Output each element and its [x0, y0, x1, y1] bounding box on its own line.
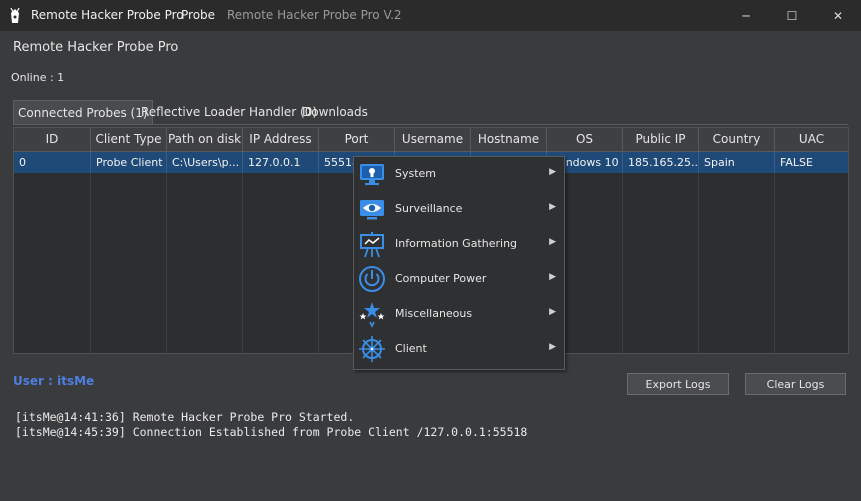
minimize-icon: ─	[742, 8, 750, 23]
column-header-username[interactable]: Username	[395, 128, 471, 151]
chevron-right-icon: ▶	[549, 202, 556, 212]
monitor-icon	[360, 164, 384, 185]
helm-icon	[359, 336, 385, 362]
column-divider	[242, 173, 243, 353]
menu-item-surveillance[interactable]: Surveillance ▶	[354, 192, 564, 227]
menu-label: Client	[395, 342, 427, 355]
window-title: Remote Hacker Probe Pro V.2	[227, 8, 402, 22]
tab-downloads[interactable]: Downloads	[302, 100, 368, 124]
stars-icon	[359, 302, 385, 328]
clear-logs-button[interactable]: Clear Logs	[745, 373, 846, 395]
tab-reflective-loader[interactable]: Reflective Loader Handler (0)	[141, 100, 317, 124]
column-divider	[90, 173, 91, 353]
column-header-port[interactable]: Port	[319, 128, 395, 151]
maximize-icon: ☐	[786, 8, 798, 23]
tab-label: Reflective Loader Handler (0)	[141, 105, 318, 119]
column-header-country[interactable]: Country	[699, 128, 775, 151]
maximize-button[interactable]: ☐	[769, 0, 815, 31]
menu-label: Surveillance	[395, 202, 463, 215]
cell-public-ip: 185.165.25...	[623, 152, 699, 173]
easel-icon	[360, 232, 384, 258]
tab-label: Downloads	[302, 105, 368, 119]
menu-item-miscellaneous[interactable]: Miscellaneous ▶	[354, 297, 564, 332]
tab-divider	[13, 124, 848, 125]
column-divider	[774, 173, 775, 353]
cell-path: C:\Users\p...	[167, 152, 243, 173]
app-title: Remote Hacker Probe Pro	[31, 8, 184, 22]
table-header: ID Client Type Path on disk IP Address P…	[14, 128, 848, 152]
menu-label: Information Gathering	[395, 237, 518, 250]
cell-uac: FALSE	[780, 156, 813, 169]
power-icon	[359, 266, 385, 292]
tab-label: Connected Probes (1)	[18, 106, 148, 120]
column-header-path[interactable]: Path on disk	[167, 128, 243, 151]
chevron-right-icon: ▶	[549, 342, 556, 352]
log-output: [itsMe@14:41:36] Remote Hacker Probe Pro…	[15, 410, 527, 440]
cell-ip: 127.0.0.1	[243, 152, 319, 173]
chevron-right-icon: ▶	[549, 237, 556, 247]
menu-label: System	[395, 167, 437, 180]
chevron-right-icon: ▶	[549, 167, 556, 177]
menu-item-information-gathering[interactable]: Information Gathering ▶	[354, 227, 564, 262]
column-divider	[622, 173, 623, 353]
log-line: [itsMe@14:45:39] Connection Established …	[15, 425, 528, 439]
current-user-label: User : itsMe	[13, 374, 95, 388]
menu-item-computer-power[interactable]: Computer Power ▶	[354, 262, 564, 297]
minimize-button[interactable]: ─	[723, 0, 769, 31]
cell-client-type: Probe Client	[91, 152, 167, 173]
chevron-right-icon: ▶	[549, 272, 556, 282]
chevron-right-icon: ▶	[549, 307, 556, 317]
column-divider	[318, 173, 319, 353]
cell-country: Spain	[699, 152, 775, 173]
tab-connected-probes[interactable]: Connected Probes (1)	[13, 100, 153, 124]
column-header-hostname[interactable]: Hostname	[471, 128, 547, 151]
column-header-client-type[interactable]: Client Type	[91, 128, 167, 151]
context-menu: System ▶ Surveillance ▶ Information Gath…	[353, 156, 565, 370]
column-header-public-ip[interactable]: Public IP	[623, 128, 699, 151]
page-title: Remote Hacker Probe Pro	[13, 40, 179, 55]
column-header-os[interactable]: OS	[547, 128, 623, 151]
column-divider	[698, 173, 699, 353]
log-line: [itsMe@14:41:36] Remote Hacker Probe Pro…	[15, 410, 355, 424]
close-icon: ✕	[832, 8, 844, 23]
column-header-uac[interactable]: UAC	[775, 128, 848, 151]
app-logo-icon	[10, 7, 20, 23]
menu-label: Miscellaneous	[395, 307, 473, 320]
column-header-ip[interactable]: IP Address	[243, 128, 319, 151]
menu-item-system[interactable]: System ▶	[354, 157, 564, 192]
export-logs-button[interactable]: Export Logs	[627, 373, 729, 395]
menu-item-client[interactable]: Client ▶	[354, 332, 564, 367]
online-count: Online : 1	[11, 71, 65, 84]
column-header-id[interactable]: ID	[14, 128, 91, 151]
menu-label: Computer Power	[395, 272, 487, 285]
close-button[interactable]: ✕	[815, 0, 861, 31]
probe-menu[interactable]: Probe	[181, 8, 215, 22]
column-divider	[166, 173, 167, 353]
title-bar: Remote Hacker Probe Pro Probe Remote Hac…	[0, 0, 861, 31]
eye-icon	[360, 200, 384, 220]
cell-id: 0	[14, 152, 91, 173]
